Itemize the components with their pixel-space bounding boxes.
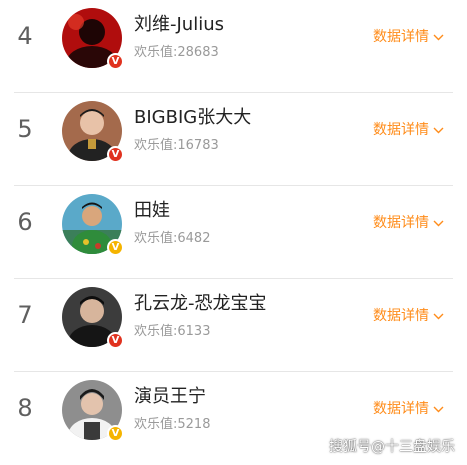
- verified-badge-icon: V: [107, 146, 124, 163]
- leaderboard-row[interactable]: 6 V 田娃 欢乐值:6482 数据详情: [0, 186, 467, 279]
- data-detail-link[interactable]: 数据详情: [373, 305, 444, 325]
- leaderboard-row[interactable]: 7 V 孔云龙-恐龙宝宝 欢乐值:6133 数据详情: [0, 279, 467, 372]
- user-name[interactable]: BIGBIG张大大: [134, 103, 251, 129]
- leaderboard-row[interactable]: 4 V 刘维-Julius 欢乐值:28683 数据详情: [0, 0, 467, 93]
- score-text: 欢乐值:6133: [134, 324, 211, 339]
- score-text: 欢乐值:6482: [134, 231, 211, 246]
- data-detail-link[interactable]: 数据详情: [373, 26, 444, 46]
- rank-number: 7: [17, 301, 33, 329]
- verified-badge-icon: V: [107, 425, 124, 442]
- chevron-down-icon: [433, 122, 444, 138]
- data-detail-label: 数据详情: [373, 215, 429, 231]
- user-name[interactable]: 刘维-Julius: [134, 10, 224, 36]
- verified-badge-icon: V: [107, 332, 124, 349]
- data-detail-label: 数据详情: [373, 308, 429, 324]
- leaderboard-row[interactable]: 5 V BIGBIG张大大 欢乐值:16783 数据详情: [0, 93, 467, 186]
- data-detail-link[interactable]: 数据详情: [373, 119, 444, 139]
- avatar[interactable]: V: [62, 8, 124, 70]
- score-text: 欢乐值:5218: [134, 417, 211, 432]
- data-detail-label: 数据详情: [373, 29, 429, 45]
- user-name[interactable]: 孔云龙-恐龙宝宝: [134, 289, 267, 315]
- avatar[interactable]: V: [62, 194, 124, 256]
- score-text: 欢乐值:16783: [134, 138, 219, 153]
- chevron-down-icon: [433, 29, 444, 45]
- rank-number: 8: [17, 394, 33, 422]
- avatar[interactable]: V: [62, 380, 124, 442]
- user-name[interactable]: 演员王宁: [134, 382, 206, 408]
- user-name[interactable]: 田娃: [134, 196, 170, 222]
- avatar[interactable]: V: [62, 287, 124, 349]
- verified-badge-icon: V: [107, 239, 124, 256]
- data-detail-link[interactable]: 数据详情: [373, 212, 444, 232]
- chevron-down-icon: [433, 215, 444, 231]
- chevron-down-icon: [433, 308, 444, 324]
- watermark: 搜狐号@十三盘娱乐: [329, 439, 455, 455]
- avatar[interactable]: V: [62, 101, 124, 163]
- data-detail-label: 数据详情: [373, 122, 429, 138]
- chevron-down-icon: [433, 401, 444, 417]
- rank-number: 4: [17, 22, 33, 50]
- rank-number: 5: [17, 115, 33, 143]
- verified-badge-icon: V: [107, 53, 124, 70]
- rank-number: 6: [17, 208, 33, 236]
- data-detail-link[interactable]: 数据详情: [373, 398, 444, 418]
- data-detail-label: 数据详情: [373, 401, 429, 417]
- score-text: 欢乐值:28683: [134, 45, 219, 60]
